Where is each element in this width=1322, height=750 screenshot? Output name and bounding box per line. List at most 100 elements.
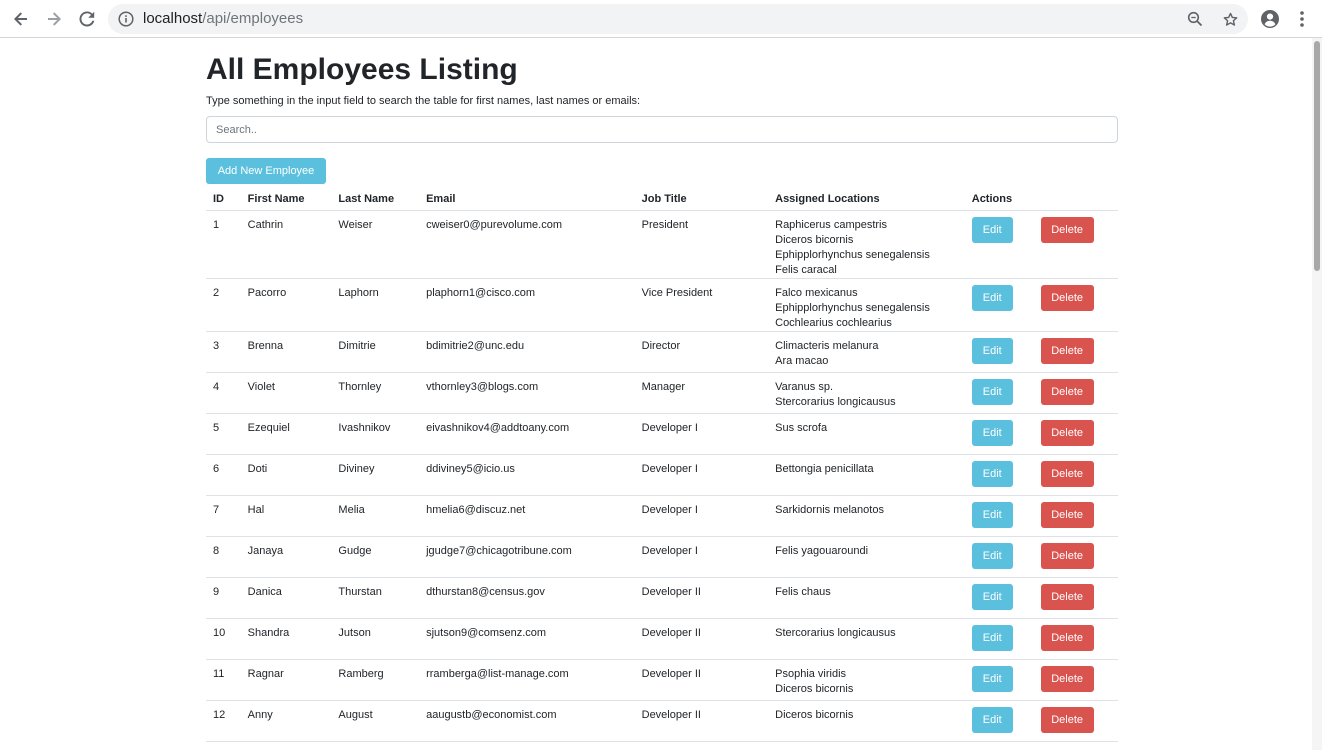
cell-id: 8 bbox=[206, 536, 241, 578]
cell-edit-action: Edit bbox=[964, 454, 1034, 496]
cell-id: 3 bbox=[206, 331, 241, 373]
cell-email: cweiser0@purevolume.com bbox=[419, 210, 635, 279]
bookmark-star-icon[interactable] bbox=[1220, 9, 1240, 29]
table-row: 6 Doti Diviney ddiviney5@icio.us Developer I… bbox=[206, 454, 1118, 496]
cell-job-title: Developer II bbox=[634, 659, 769, 701]
cell-job-title: Vice President bbox=[634, 278, 769, 332]
url-path: /api/employees bbox=[202, 10, 304, 27]
edit-button[interactable]: Edit bbox=[971, 502, 1013, 528]
cell-first-name: Cathrin bbox=[240, 210, 332, 279]
page-scrollbar[interactable] bbox=[1312, 38, 1322, 750]
delete-button[interactable]: Delete bbox=[1040, 543, 1094, 569]
cell-assigned-locations: Varanus sp. Stercorarius longicausus bbox=[768, 372, 965, 414]
menu-kebab-icon[interactable] bbox=[1291, 8, 1313, 30]
header-job-title[interactable]: Job Title bbox=[634, 188, 769, 211]
cell-email: vthornley3@blogs.com bbox=[419, 372, 635, 414]
edit-button[interactable]: Edit bbox=[971, 625, 1013, 651]
page-title: All Employees Listing bbox=[206, 53, 518, 86]
add-new-employee-button[interactable]: Add New Employee bbox=[206, 158, 326, 184]
address-bar[interactable]: localhost/api/employees bbox=[108, 4, 1248, 34]
edit-button[interactable]: Edit bbox=[971, 666, 1013, 692]
cell-assigned-locations: Falco mexicanus Ephipplorhynchus senegale… bbox=[768, 278, 965, 332]
edit-button[interactable]: Edit bbox=[971, 584, 1013, 610]
header-last-name[interactable]: Last Name bbox=[331, 188, 420, 211]
delete-button[interactable]: Delete bbox=[1040, 625, 1094, 651]
cell-last-name: Diviney bbox=[331, 454, 420, 496]
location-item: Stercorarius longicausus bbox=[775, 396, 896, 408]
cell-first-name: Brenna bbox=[240, 331, 332, 373]
delete-button[interactable]: Delete bbox=[1040, 461, 1094, 487]
cell-job-title: Developer I bbox=[634, 454, 769, 496]
table-row: 12 Anny August aaugustb@economist.com Develo… bbox=[206, 700, 1118, 742]
cell-id: 1 bbox=[206, 210, 241, 279]
cell-delete-action: Delete bbox=[1033, 372, 1118, 414]
header-first-name[interactable]: First Name bbox=[240, 188, 332, 211]
cell-email: aaugustb@economist.com bbox=[419, 700, 635, 742]
cell-edit-action: Edit bbox=[964, 278, 1034, 332]
cell-first-name: Ragnar bbox=[240, 659, 332, 701]
table-row: 1 Cathrin Weiser cweiser0@purevolume.com Pre… bbox=[206, 210, 1118, 279]
edit-button[interactable]: Edit bbox=[971, 379, 1013, 405]
cell-last-name: Ivashnikov bbox=[331, 413, 420, 455]
edit-button[interactable]: Edit bbox=[971, 217, 1013, 243]
url-host: localhost bbox=[143, 10, 203, 27]
search-input[interactable] bbox=[206, 116, 1118, 143]
cell-first-name: Doti bbox=[240, 454, 332, 496]
table-row: 9 Danica Thurstan dthurstan8@census.gov Deve… bbox=[206, 577, 1118, 619]
location-item: Varanus sp. bbox=[775, 381, 834, 393]
edit-button[interactable]: Edit bbox=[971, 285, 1013, 311]
edit-button[interactable]: Edit bbox=[971, 338, 1013, 364]
header-email[interactable]: Email bbox=[419, 188, 635, 211]
cell-delete-action: Delete bbox=[1033, 413, 1118, 455]
edit-button[interactable]: Edit bbox=[971, 707, 1013, 733]
back-arrow-icon[interactable] bbox=[8, 6, 34, 32]
scrollbar-thumb[interactable] bbox=[1314, 41, 1320, 271]
delete-button[interactable]: Delete bbox=[1040, 338, 1094, 364]
table-row: 3 Brenna Dimitrie bdimitrie2@unc.edu Directo… bbox=[206, 331, 1118, 373]
zoom-icon[interactable] bbox=[1185, 9, 1205, 29]
cell-job-title: Manager bbox=[634, 372, 769, 414]
delete-button[interactable]: Delete bbox=[1040, 707, 1094, 733]
edit-button[interactable]: Edit bbox=[971, 543, 1013, 569]
location-item: Felis caracal bbox=[775, 264, 837, 276]
delete-button[interactable]: Delete bbox=[1040, 502, 1094, 528]
cell-email: plaphorn1@cisco.com bbox=[419, 278, 635, 332]
cell-edit-action: Edit bbox=[964, 700, 1034, 742]
cell-delete-action: Delete bbox=[1033, 536, 1118, 578]
location-item: Bettongia penicillata bbox=[775, 463, 874, 475]
cell-first-name: Janaya bbox=[240, 536, 332, 578]
cell-assigned-locations: Sarkidornis melanotos bbox=[768, 495, 965, 537]
url-text: localhost/api/employees bbox=[143, 10, 303, 28]
delete-button[interactable]: Delete bbox=[1040, 379, 1094, 405]
cell-assigned-locations: Felis chaus bbox=[768, 577, 965, 619]
cell-delete-action: Delete bbox=[1033, 700, 1118, 742]
cell-delete-action: Delete bbox=[1033, 495, 1118, 537]
cell-job-title: Developer II bbox=[634, 700, 769, 742]
edit-button[interactable]: Edit bbox=[971, 461, 1013, 487]
cell-first-name: Danica bbox=[240, 577, 332, 619]
location-item: Ara macao bbox=[775, 355, 829, 367]
header-id[interactable]: ID bbox=[206, 188, 241, 211]
profile-avatar-icon[interactable] bbox=[1259, 8, 1281, 30]
header-assigned-locations[interactable]: Assigned Locations bbox=[768, 188, 965, 211]
delete-button[interactable]: Delete bbox=[1040, 285, 1094, 311]
reload-icon[interactable] bbox=[74, 6, 100, 32]
cell-delete-action: Delete bbox=[1033, 618, 1118, 660]
cell-id: 7 bbox=[206, 495, 241, 537]
cell-assigned-locations: Felis yagouaroundi bbox=[768, 536, 965, 578]
cell-id: 11 bbox=[206, 659, 241, 701]
info-icon[interactable] bbox=[118, 11, 134, 27]
forward-arrow-icon[interactable] bbox=[41, 6, 67, 32]
location-item: Cochlearius cochlearius bbox=[775, 317, 892, 329]
delete-button[interactable]: Delete bbox=[1040, 420, 1094, 446]
cell-first-name: Pacorro bbox=[240, 278, 332, 332]
cell-email: sjutson9@comsenz.com bbox=[419, 618, 635, 660]
edit-button[interactable]: Edit bbox=[971, 420, 1013, 446]
delete-button[interactable]: Delete bbox=[1040, 666, 1094, 692]
cell-edit-action: Edit bbox=[964, 577, 1034, 619]
delete-button[interactable]: Delete bbox=[1040, 584, 1094, 610]
cell-delete-action: Delete bbox=[1033, 331, 1118, 373]
cell-assigned-locations: Psophia viridis Diceros bicornis bbox=[768, 659, 965, 701]
location-item: Diceros bicornis bbox=[775, 683, 854, 695]
delete-button[interactable]: Delete bbox=[1040, 217, 1094, 243]
